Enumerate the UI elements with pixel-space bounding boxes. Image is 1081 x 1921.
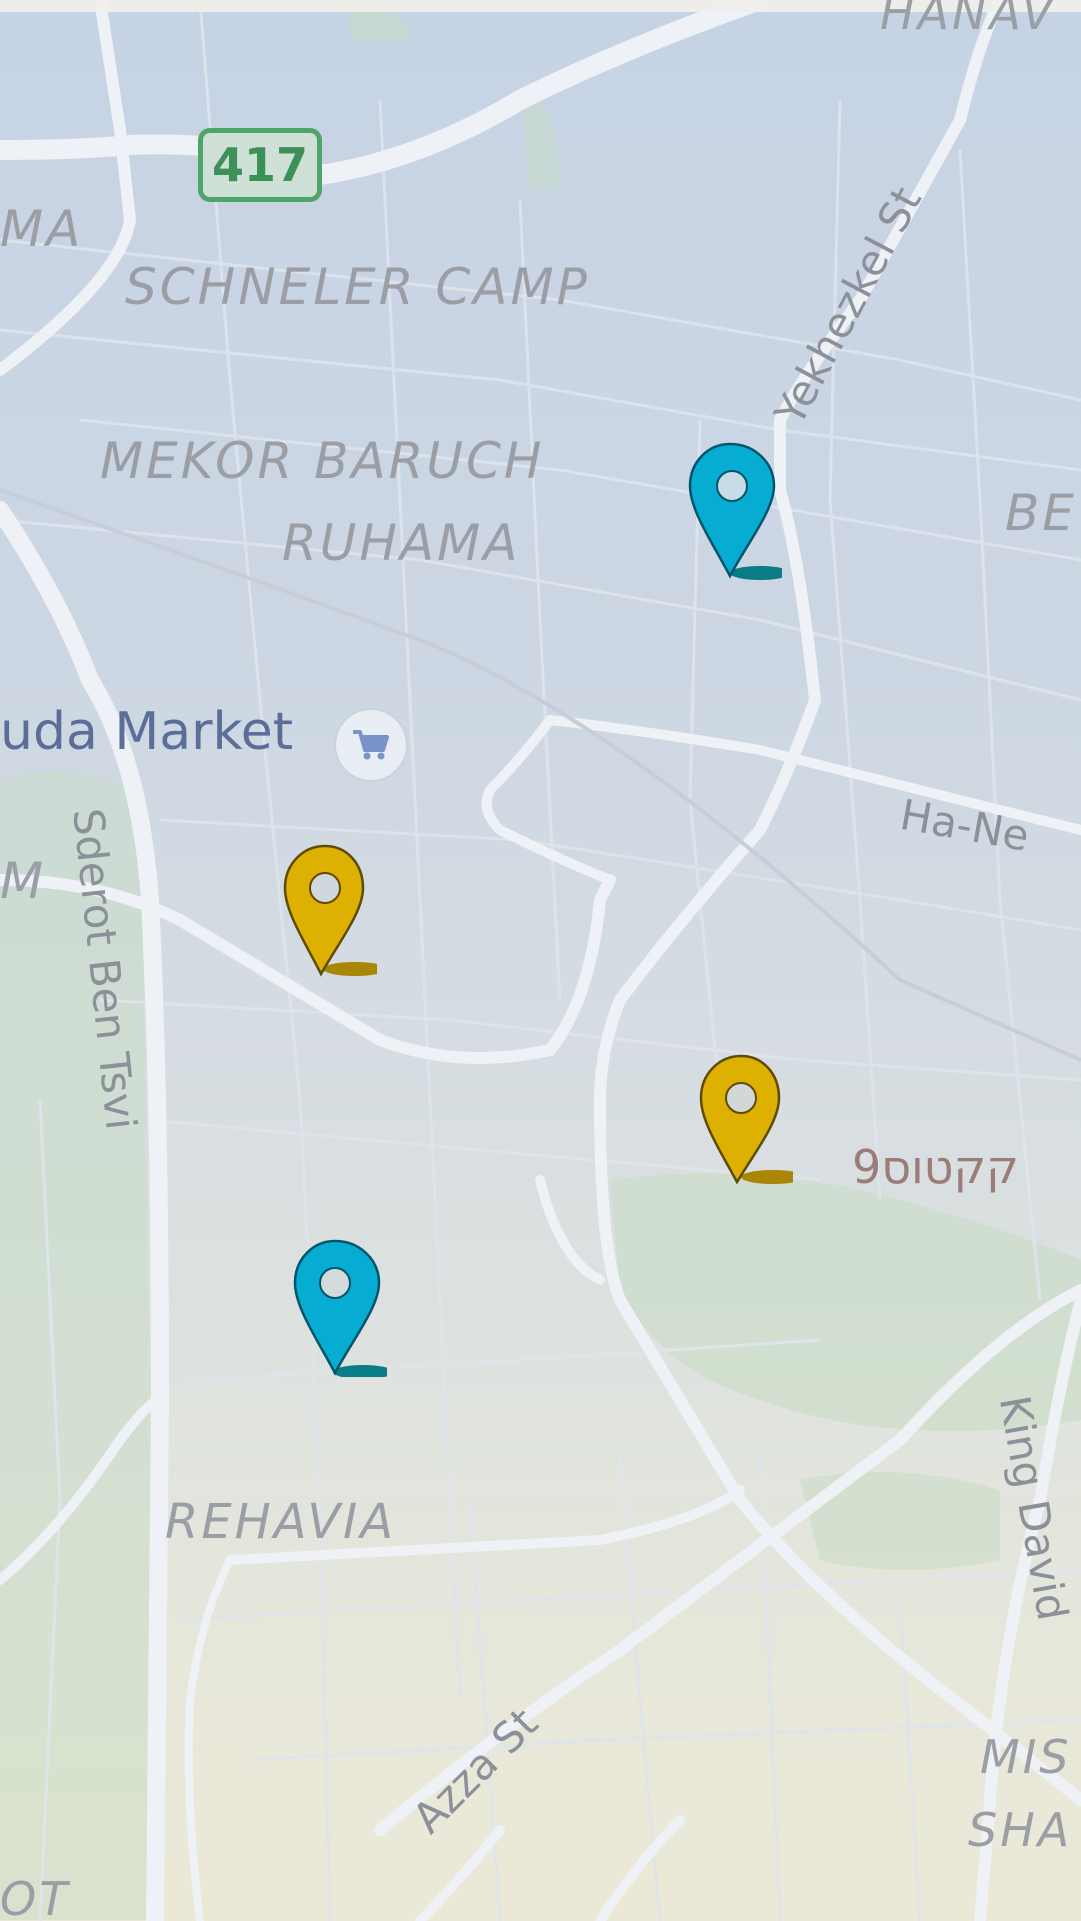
district-label-schneler-camp: SCHNELER CAMP xyxy=(125,258,590,316)
map-pin-icon[interactable] xyxy=(277,842,387,982)
district-label-sha: SHA xyxy=(968,1803,1073,1857)
map-pin-icon[interactable] xyxy=(693,1052,805,1192)
district-label-m: M xyxy=(0,852,47,910)
map-pin-icon[interactable] xyxy=(287,1237,393,1379)
district-label-ma: MA xyxy=(0,200,84,258)
district-label-mekor-baruch: MEKOR BARUCH xyxy=(100,432,545,490)
map-pin-icon[interactable] xyxy=(682,440,790,580)
screen: 417 HANAV MA SCHNELER CAMP MEKOR BARUCH … xyxy=(0,0,1081,1921)
pin-blue-2 xyxy=(293,1239,393,1379)
district-label-ot: OT xyxy=(0,1872,71,1921)
district-label-rehavia: REHAVIA xyxy=(165,1494,397,1550)
pin-blue-1 xyxy=(688,442,790,580)
poi-label-market[interactable]: uda Market xyxy=(0,702,293,762)
route-number: 417 xyxy=(211,138,309,192)
district-label-ruhama: RUHAMA xyxy=(282,514,521,572)
pin-gold-2 xyxy=(699,1054,805,1185)
pin-gold-1 xyxy=(283,844,387,977)
cart-glyph xyxy=(353,730,389,760)
shopping-cart-icon[interactable] xyxy=(336,710,406,780)
map-view[interactable]: 417 HANAV MA SCHNELER CAMP MEKOR BARUCH … xyxy=(0,0,1081,1921)
district-label-be: BE xyxy=(1005,484,1077,542)
route-shield-417[interactable]: 417 xyxy=(198,128,322,202)
district-label-hanaviim: HANAV xyxy=(880,0,1057,40)
poi-label-hebrew[interactable]: קקטוס9 xyxy=(852,1140,1019,1194)
district-label-mis: MIS xyxy=(980,1730,1072,1784)
